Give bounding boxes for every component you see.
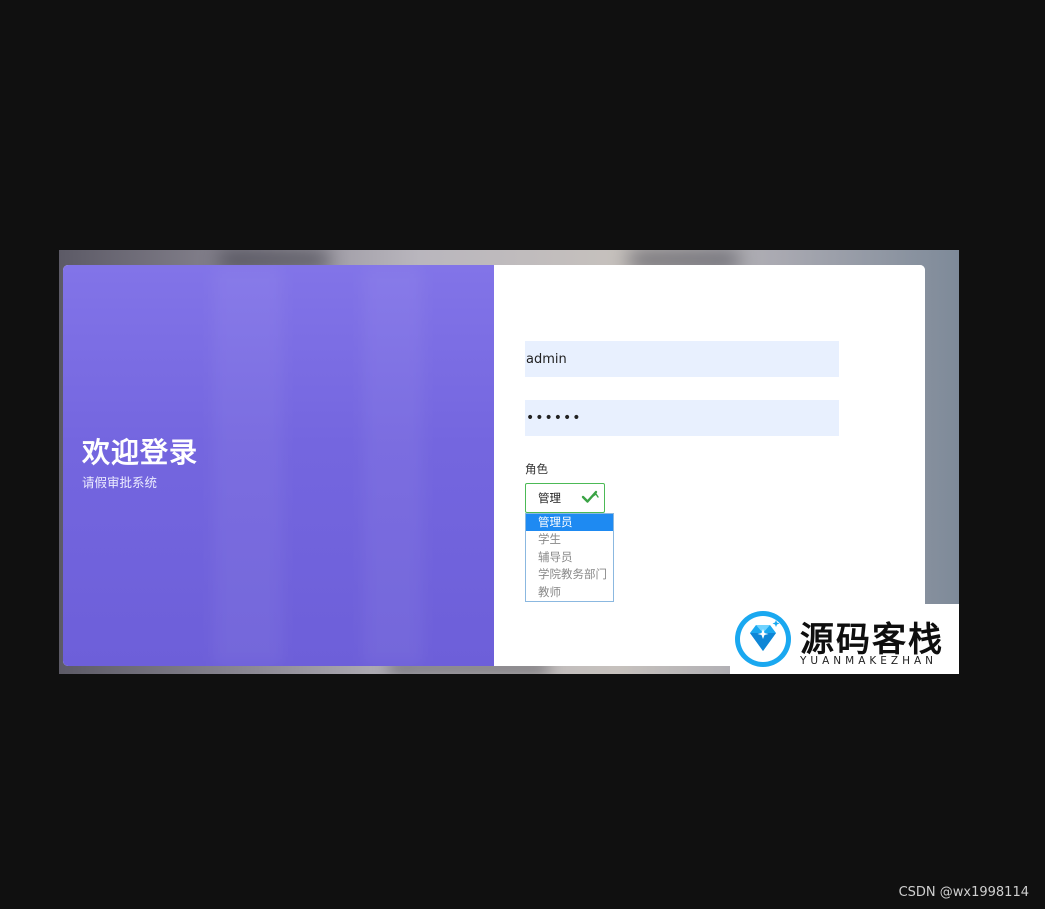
panel-sheen [363,265,423,666]
brand-name-cn: 源码客栈 [800,620,944,660]
welcome-panel: 欢迎登录 请假审批系统 [63,265,494,666]
role-select-value: 管理 [538,491,561,505]
role-option-admin[interactable]: 管理员 [526,514,613,532]
csdn-watermark: CSDN @wx1998114 [898,885,1029,900]
welcome-subtitle: 请假审批系统 [82,475,158,490]
role-select[interactable]: 管理 [525,483,605,513]
green-check-icon [581,490,599,503]
diamond-logo-icon [735,611,791,667]
brand-badge: 源码客栈 YUANMAKEZHAN [730,604,959,674]
role-option-student[interactable]: 学生 [526,531,613,548]
username-input[interactable] [525,341,839,377]
welcome-title: 欢迎登录 [82,436,199,469]
panel-sheen [213,265,283,666]
role-label: 角色 [525,462,548,476]
role-option-counselor[interactable]: 辅导员 [526,549,613,566]
role-options-list: 管理员 学生 辅导员 学院教务部门 教师 [525,513,614,602]
brand-name-en: YUANMAKEZHAN [800,655,938,667]
role-option-academic-affairs[interactable]: 学院教务部门 [526,566,613,583]
password-input[interactable] [525,400,839,436]
role-option-teacher[interactable]: 教师 [526,584,613,601]
